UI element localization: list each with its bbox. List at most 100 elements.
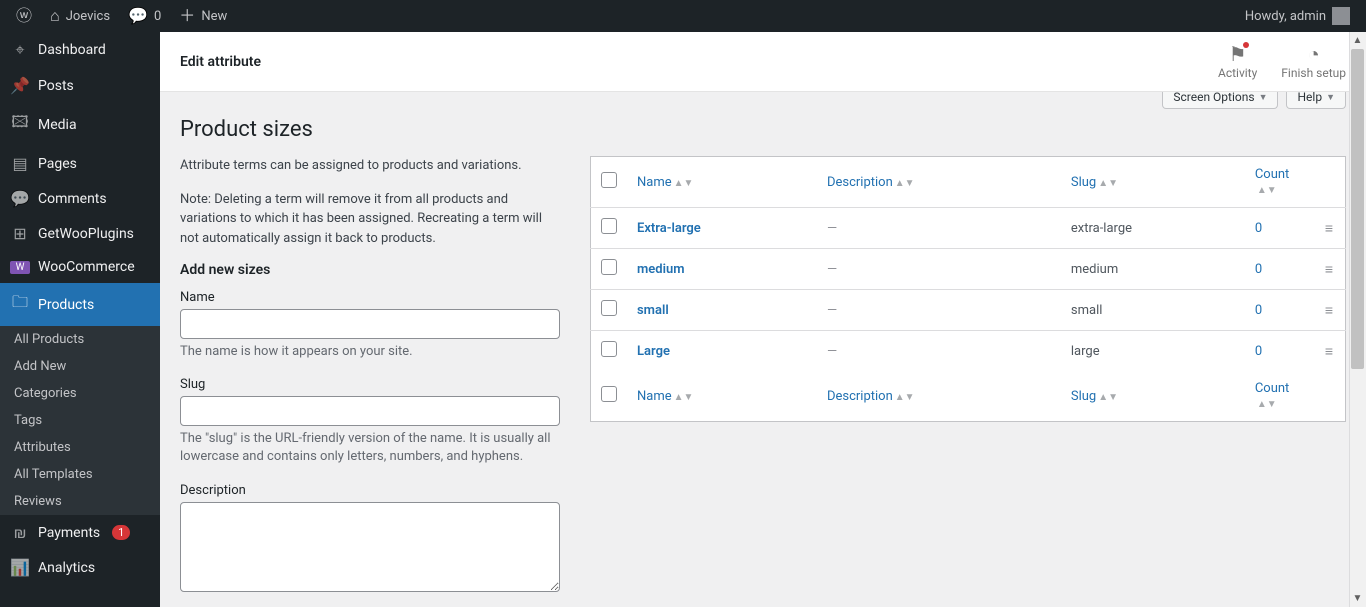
payments-icon: ₪ [10,523,30,542]
terms-table: Name▲▼ Description▲▼ Slug▲▼ Count▲▼ Extr… [590,156,1346,422]
menu-payments[interactable]: ₪Payments1 [0,515,160,550]
menu-label: Dashboard [38,42,106,58]
activity-button[interactable]: ⚑ Activity [1218,44,1257,80]
menu-label: Comments [38,191,107,207]
select-all-checkbox[interactable] [601,172,617,188]
menu-getwooplugins[interactable]: ⊞GetWooPlugins [0,216,160,251]
scroll-up-icon[interactable]: ▲ [1349,32,1366,49]
menu-label: Pages [38,156,77,172]
comments-link[interactable]: 💬0 [120,0,169,32]
media-icon: 🖾 [10,111,30,138]
site-name: Joevics [66,9,110,24]
submenu-tags[interactable]: Tags [0,407,160,434]
select-all-checkbox-footer[interactable] [601,386,617,402]
term-name-link[interactable]: Extra-large [637,221,701,236]
submenu-all-products[interactable]: All Products [0,326,160,353]
menu-label: Media [38,117,77,133]
grid-icon: ⊞ [10,224,30,243]
scrollbar[interactable]: ▲ ▼ [1349,32,1366,607]
menu-comments[interactable]: 💬 Comments [0,181,160,216]
woo-icon: W [10,261,30,274]
chevron-down-icon: ▼ [1326,92,1335,103]
avatar [1332,7,1350,25]
col-description-header[interactable]: Description▲▼ [817,157,1061,208]
description-textarea[interactable] [180,502,560,592]
wp-logo[interactable]: ⓦ [8,0,40,32]
site-home-link[interactable]: ⌂ Joevics [42,0,118,32]
intro-text: Attribute terms can be assigned to produ… [180,156,560,176]
row-checkbox[interactable] [601,259,617,275]
submenu-add-new[interactable]: Add New [0,353,160,380]
help-tab[interactable]: Help▼ [1286,92,1346,109]
row-checkbox[interactable] [601,341,617,357]
menu-media[interactable]: 🖾 Media [0,103,160,146]
col-name-header[interactable]: Name▲▼ [627,157,817,208]
new-label: New [201,9,227,24]
col-count-header[interactable]: Count▲▼ [1245,157,1315,208]
form-heading: Add new sizes [180,262,560,278]
table-row: medium — medium 0 ≡ [591,249,1346,290]
term-count-link[interactable]: 0 [1255,221,1262,236]
name-input[interactable] [180,309,560,339]
name-label: Name [180,290,560,305]
comments-count: 0 [154,9,161,24]
col-description-footer[interactable]: Description▲▼ [817,371,1061,422]
term-name-link[interactable]: Large [637,344,670,359]
term-name-link[interactable]: medium [637,262,685,277]
flag-icon: ⚑ [1229,44,1247,64]
menu-posts[interactable]: 📌 Posts [0,68,160,103]
term-count-link[interactable]: 0 [1255,303,1262,318]
slug-input[interactable] [180,396,560,426]
table-row: Extra-large—extra-large0≡ [591,208,1346,249]
menu-pages[interactable]: ▤Pages [0,146,160,181]
col-slug-header[interactable]: Slug▲▼ [1061,157,1245,208]
menu-label: Payments [38,525,100,541]
finish-setup-label: Finish setup [1281,66,1346,80]
submenu-reviews[interactable]: Reviews [0,488,160,515]
term-description: — [827,262,837,277]
term-slug: medium [1061,249,1245,290]
admin-sidebar: ⌖Dashboard 📌 Posts 🖾 Media ▤Pages 💬 Comment… [0,32,160,607]
submenu-all-templates[interactable]: All Templates [0,461,160,488]
scroll-thumb[interactable] [1351,49,1364,369]
drag-handle-icon[interactable]: ≡ [1325,303,1331,319]
menu-woocommerce[interactable]: W WooCommerce [0,251,160,283]
term-slug: extra-large [1061,208,1245,249]
menu-label: WooCommerce [38,259,135,275]
pin-icon: 📌 [10,76,30,95]
comment-icon: 💬 [10,189,30,208]
my-account-link[interactable]: Howdy, admin [1237,0,1358,32]
screen-options-tab[interactable]: Screen Options▼ [1162,92,1278,109]
drag-handle-icon[interactable]: ≡ [1325,262,1331,278]
submenu-attributes[interactable]: Attributes [0,434,160,461]
wordpress-icon: ⓦ [16,8,32,24]
menu-dashboard[interactable]: ⌖Dashboard [0,32,160,68]
menu-label: Posts [38,78,74,94]
menu-products[interactable]: 🗀Products [0,283,160,326]
sort-icon: ▲▼ [895,395,915,401]
submenu-categories[interactable]: Categories [0,380,160,407]
home-icon: ⌂ [50,8,60,24]
drag-handle-icon[interactable]: ≡ [1325,344,1331,360]
scroll-down-icon[interactable]: ▼ [1349,590,1366,607]
content-area: Edit attribute ⚑ Activity ◔ Finish setup… [160,32,1366,607]
term-name-link[interactable]: small [637,303,669,318]
finish-setup-button[interactable]: ◔ Finish setup [1281,44,1346,80]
col-count-footer[interactable]: Count▲▼ [1245,371,1315,422]
row-checkbox[interactable] [601,218,617,234]
row-checkbox[interactable] [601,300,617,316]
term-slug: large [1061,331,1245,372]
col-slug-footer[interactable]: Slug▲▼ [1061,371,1245,422]
drag-handle-icon[interactable]: ≡ [1325,221,1331,237]
menu-analytics[interactable]: 📊Analytics [0,550,160,585]
new-content-link[interactable]: ＋New [171,0,235,32]
sort-icon: ▲▼ [1257,188,1277,194]
term-description: — [827,344,837,359]
term-count-link[interactable]: 0 [1255,344,1262,359]
sort-icon: ▲▼ [895,181,915,187]
header-title: Edit attribute [180,54,261,70]
term-count-link[interactable]: 0 [1255,262,1262,277]
progress-icon: ◔ [1308,44,1320,64]
menu-label: Analytics [38,560,95,576]
col-name-footer[interactable]: Name▲▼ [627,371,817,422]
